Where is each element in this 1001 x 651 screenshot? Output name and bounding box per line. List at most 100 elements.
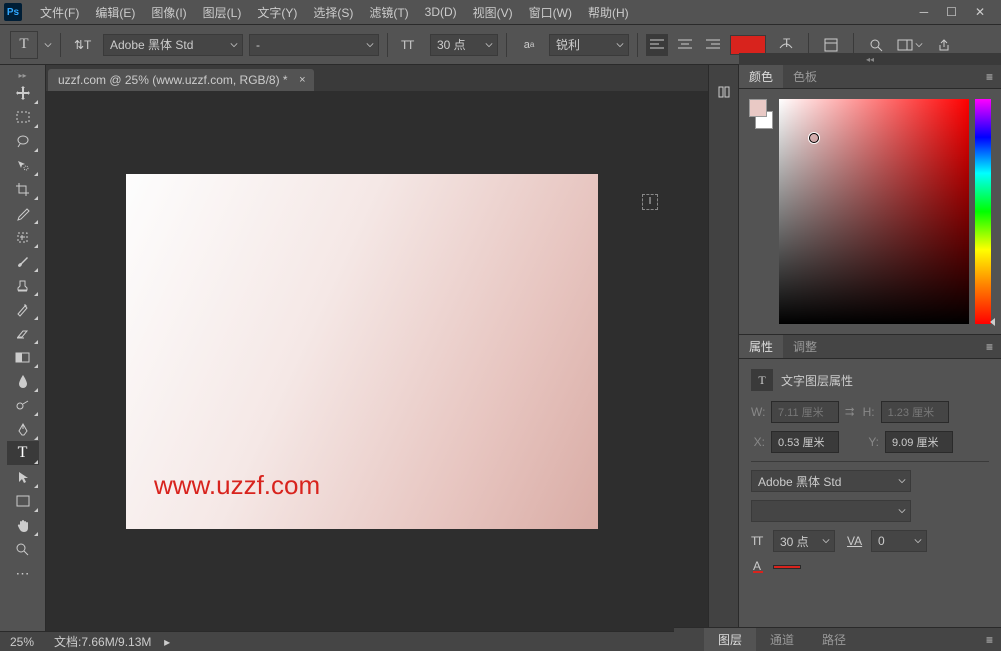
close-button[interactable]: ✕: [975, 5, 985, 19]
stamp-tool[interactable]: [7, 273, 39, 297]
menu-type[interactable]: 文字(Y): [249, 0, 305, 25]
crop-tool[interactable]: [7, 177, 39, 201]
menu-select[interactable]: 选择(S): [305, 0, 361, 25]
tab-layers[interactable]: 图层: [704, 628, 756, 651]
tool-preset-icon[interactable]: T: [10, 31, 38, 59]
panel-collapse-icon[interactable]: ◂◂: [739, 53, 1001, 65]
panel-menu-icon[interactable]: ≡: [978, 633, 1001, 647]
svg-text:VA: VA: [847, 535, 862, 547]
svg-text:T: T: [756, 535, 764, 547]
props-font-family-dropdown[interactable]: Adobe 黑体 Std: [751, 470, 911, 492]
svg-text:T: T: [407, 38, 415, 52]
move-tool[interactable]: [7, 81, 39, 105]
tab-paths[interactable]: 路径: [808, 628, 860, 651]
width-label: W:: [751, 405, 765, 419]
document-tab-label: uzzf.com @ 25% (www.uzzf.com, RGB/8) *: [58, 73, 288, 87]
type-layer-icon: T: [751, 369, 773, 391]
dodge-tool[interactable]: [7, 393, 39, 417]
tab-color[interactable]: 颜色: [739, 65, 783, 88]
font-size-icon: TT: [396, 31, 424, 59]
height-label: H:: [861, 405, 875, 419]
path-select-tool[interactable]: [7, 465, 39, 489]
antialias-icon: aa: [515, 31, 543, 59]
chevron-down-icon[interactable]: [44, 41, 52, 49]
healing-tool[interactable]: [7, 225, 39, 249]
font-size-value: 30 点: [437, 36, 466, 53]
font-size-dropdown[interactable]: 30 点: [430, 34, 498, 56]
doc-info[interactable]: 文档:7.66M/9.13M ▸: [54, 633, 170, 650]
marquee-tool[interactable]: [7, 105, 39, 129]
pen-tool[interactable]: [7, 417, 39, 441]
eraser-tool[interactable]: [7, 321, 39, 345]
tab-swatches[interactable]: 色板: [783, 65, 827, 88]
align-right-button[interactable]: [702, 34, 724, 56]
font-family-value: Adobe 黑体 Std: [110, 36, 193, 53]
panel-menu-icon[interactable]: ≡: [978, 70, 1001, 84]
menu-file[interactable]: 文件(F): [32, 0, 87, 25]
zoom-tool[interactable]: [7, 537, 39, 561]
panel-menu-icon[interactable]: ≡: [978, 340, 1001, 354]
align-center-button[interactable]: [674, 34, 696, 56]
hue-slider[interactable]: [975, 99, 991, 324]
brush-tool[interactable]: [7, 249, 39, 273]
canvas[interactable]: www.uzzf.com I: [126, 174, 598, 529]
menu-3d[interactable]: 3D(D): [417, 0, 465, 25]
blur-tool[interactable]: [7, 369, 39, 393]
y-label: Y:: [865, 435, 879, 449]
close-tab-icon[interactable]: ×: [299, 74, 305, 86]
rectangle-tool[interactable]: [7, 489, 39, 513]
tools-collapse-icon[interactable]: ▸▸: [0, 69, 45, 81]
font-style-dropdown[interactable]: -: [249, 34, 379, 56]
menu-help[interactable]: 帮助(H): [580, 0, 637, 25]
quick-select-tool[interactable]: [7, 153, 39, 177]
tracking-icon: VA: [847, 535, 865, 547]
menu-window[interactable]: 窗口(W): [521, 0, 580, 25]
text-orientation-icon[interactable]: ⇅T: [69, 31, 97, 59]
zoom-level[interactable]: 25%: [10, 635, 34, 649]
antialias-value: 锐利: [556, 36, 580, 53]
app-logo: Ps: [4, 3, 22, 21]
props-font-size-dropdown[interactable]: 30 点: [773, 530, 835, 552]
history-brush-tool[interactable]: [7, 297, 39, 321]
document-tab[interactable]: uzzf.com @ 25% (www.uzzf.com, RGB/8) * ×: [48, 69, 314, 91]
width-input: 7.11 厘米: [771, 401, 839, 423]
gradient-tool[interactable]: [7, 345, 39, 369]
menu-edit[interactable]: 编辑(E): [87, 0, 143, 25]
menu-layer[interactable]: 图层(L): [195, 0, 250, 25]
saturation-picker[interactable]: [779, 99, 969, 324]
height-input: 1.23 厘米: [881, 401, 949, 423]
antialias-dropdown[interactable]: 锐利: [549, 34, 629, 56]
align-left-button[interactable]: [646, 34, 668, 56]
svg-text:T: T: [783, 38, 791, 50]
font-size-icon: TT: [751, 535, 767, 547]
menu-image[interactable]: 图像(I): [143, 0, 194, 25]
hue-slider-thumb[interactable]: [990, 318, 995, 326]
text-cursor-icon: I: [642, 194, 658, 210]
tab-channels[interactable]: 通道: [756, 628, 808, 651]
panel-strip-icon[interactable]: [713, 81, 735, 103]
font-style-value: -: [256, 38, 260, 52]
link-wh-icon[interactable]: ⮆: [845, 405, 855, 420]
menu-filter[interactable]: 滤镜(T): [361, 0, 416, 25]
x-input[interactable]: 0.53 厘米: [771, 431, 839, 453]
minimize-button[interactable]: ─: [920, 5, 929, 19]
tab-properties[interactable]: 属性: [739, 335, 783, 358]
text-color-icon: A: [751, 560, 767, 574]
y-input[interactable]: 9.09 厘米: [885, 431, 953, 453]
eyedropper-tool[interactable]: [7, 201, 39, 225]
props-title-label: 文字图层属性: [781, 372, 853, 389]
hand-tool[interactable]: [7, 513, 39, 537]
props-font-style-dropdown[interactable]: [751, 500, 911, 522]
maximize-button[interactable]: ☐: [946, 5, 957, 19]
type-tool[interactable]: T: [7, 441, 39, 465]
canvas-text-layer[interactable]: www.uzzf.com: [154, 470, 320, 501]
text-color-swatch[interactable]: [730, 35, 766, 55]
font-family-dropdown[interactable]: Adobe 黑体 Std: [103, 34, 243, 56]
props-tracking-dropdown[interactable]: 0: [871, 530, 927, 552]
foreground-color-swatch[interactable]: [749, 99, 767, 117]
edit-toolbar[interactable]: ⋯: [7, 561, 39, 585]
menu-view[interactable]: 视图(V): [465, 0, 521, 25]
lasso-tool[interactable]: [7, 129, 39, 153]
props-text-color-swatch[interactable]: [773, 565, 801, 569]
tab-adjustments[interactable]: 调整: [783, 335, 827, 358]
